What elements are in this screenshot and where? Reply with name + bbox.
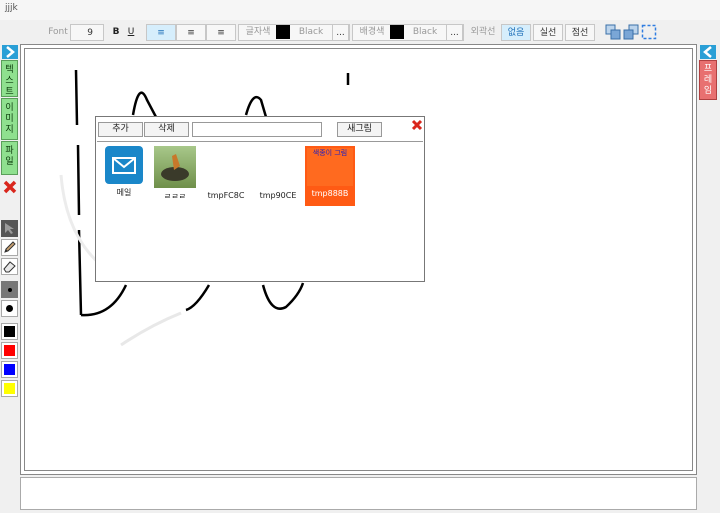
list-item-mail[interactable]: 메일: [101, 146, 147, 198]
chevron-left-icon[interactable]: [700, 45, 716, 59]
image-thumbnail: [154, 146, 196, 188]
list-item-photo[interactable]: ㄹㄹㄹ: [152, 146, 198, 202]
list-item-label: 메일: [116, 188, 132, 197]
tab-frame[interactable]: 프레임: [699, 60, 717, 100]
eraser-icon[interactable]: [1, 258, 18, 275]
tab-file-label: 파일: [5, 146, 14, 167]
text-color-more-button[interactable]: ...: [332, 24, 349, 41]
align-right-button[interactable]: ≡: [206, 24, 236, 41]
font-size-value: 9: [87, 28, 93, 38]
border-label: 외곽선: [470, 27, 496, 37]
bg-color-swatch: [390, 25, 404, 39]
border-dotted-button[interactable]: 점선: [565, 24, 595, 41]
image-library-dialog: 추가 삭제 새그림 메일 ㄹㄹㄹ tmpFC8C tmp90CE 색종이 그림 …: [95, 116, 425, 282]
color-black-swatch[interactable]: [1, 323, 18, 340]
tab-text-label: 텍스트: [5, 65, 14, 97]
orange-thumbnail: 색종이 그림: [307, 148, 353, 186]
bg-color-name: Black: [412, 27, 438, 37]
mail-icon: [105, 146, 143, 184]
list-item-selected[interactable]: 색종이 그림 tmp888B: [305, 146, 355, 206]
pencil-icon[interactable]: [1, 239, 18, 256]
text-color-label: 글자색: [245, 27, 271, 37]
border-none-button[interactable]: 없음: [501, 24, 531, 41]
bold-button[interactable]: B: [110, 24, 122, 41]
list-item-blank-1[interactable]: tmpFC8C: [203, 146, 249, 200]
color-blue-swatch[interactable]: [1, 361, 18, 378]
chevron-right-icon[interactable]: [2, 45, 18, 59]
tab-image[interactable]: 이미지: [1, 98, 18, 140]
tab-image-label: 이미지: [5, 103, 14, 135]
add-button[interactable]: 추가: [98, 122, 143, 137]
pen-size-small[interactable]: [1, 281, 18, 298]
right-panel: 프레임: [697, 44, 720, 475]
align-left-button[interactable]: ≡: [146, 24, 176, 41]
list-item-label: ㄹㄹㄹ: [163, 192, 187, 201]
color-red-swatch[interactable]: [1, 342, 18, 359]
select-area-icon[interactable]: [641, 24, 657, 40]
text-color-name: Black: [298, 27, 324, 37]
bottom-input-area[interactable]: [20, 477, 697, 510]
window-title: jjjk: [5, 3, 18, 13]
font-label: Font: [48, 27, 68, 37]
font-size-stepper[interactable]: 9: [70, 24, 104, 41]
delete-button[interactable]: 삭제: [144, 122, 189, 137]
left-panel: 텍스트 이미지 파일: [0, 44, 20, 404]
underline-button[interactable]: U: [125, 24, 137, 41]
text-color-swatch: [276, 25, 290, 39]
toolbar: Font 9 B U ≡ ≡ ≡ 글자색 Black ... 배경색 Black…: [0, 20, 720, 62]
dialog-close-icon[interactable]: [411, 119, 423, 131]
thumbnail-caption: 색종이 그림: [312, 149, 348, 157]
list-item-label: tmp888B: [311, 189, 349, 198]
tab-file[interactable]: 파일: [1, 141, 18, 175]
border-solid-button[interactable]: 실선: [533, 24, 563, 41]
tab-frame-label: 프레임: [703, 64, 713, 96]
title-bar: jjjk: [0, 0, 720, 20]
bg-color-more-button[interactable]: ...: [446, 24, 463, 41]
align-center-button[interactable]: ≡: [176, 24, 206, 41]
color-yellow-swatch[interactable]: [1, 380, 18, 397]
close-icon[interactable]: [2, 179, 18, 195]
send-back-icon[interactable]: [623, 24, 639, 40]
tab-text[interactable]: 텍스트: [1, 60, 18, 97]
search-input[interactable]: [192, 122, 322, 137]
pen-size-large[interactable]: [1, 300, 18, 317]
image-list: 메일 ㄹㄹㄹ tmpFC8C tmp90CE 색종이 그림 tmp888B: [97, 141, 423, 282]
blank-thumbnail: [205, 146, 247, 188]
list-item-blank-2[interactable]: tmp90CE: [255, 146, 301, 200]
blank-thumbnail: [257, 146, 299, 188]
list-item-label: tmp90CE: [259, 191, 297, 200]
pointer-icon[interactable]: [1, 220, 18, 237]
bg-color-label: 배경색: [359, 27, 385, 37]
list-item-label: tmpFC8C: [207, 191, 245, 200]
new-image-button[interactable]: 새그림: [337, 122, 382, 137]
bring-front-icon[interactable]: [605, 24, 621, 40]
